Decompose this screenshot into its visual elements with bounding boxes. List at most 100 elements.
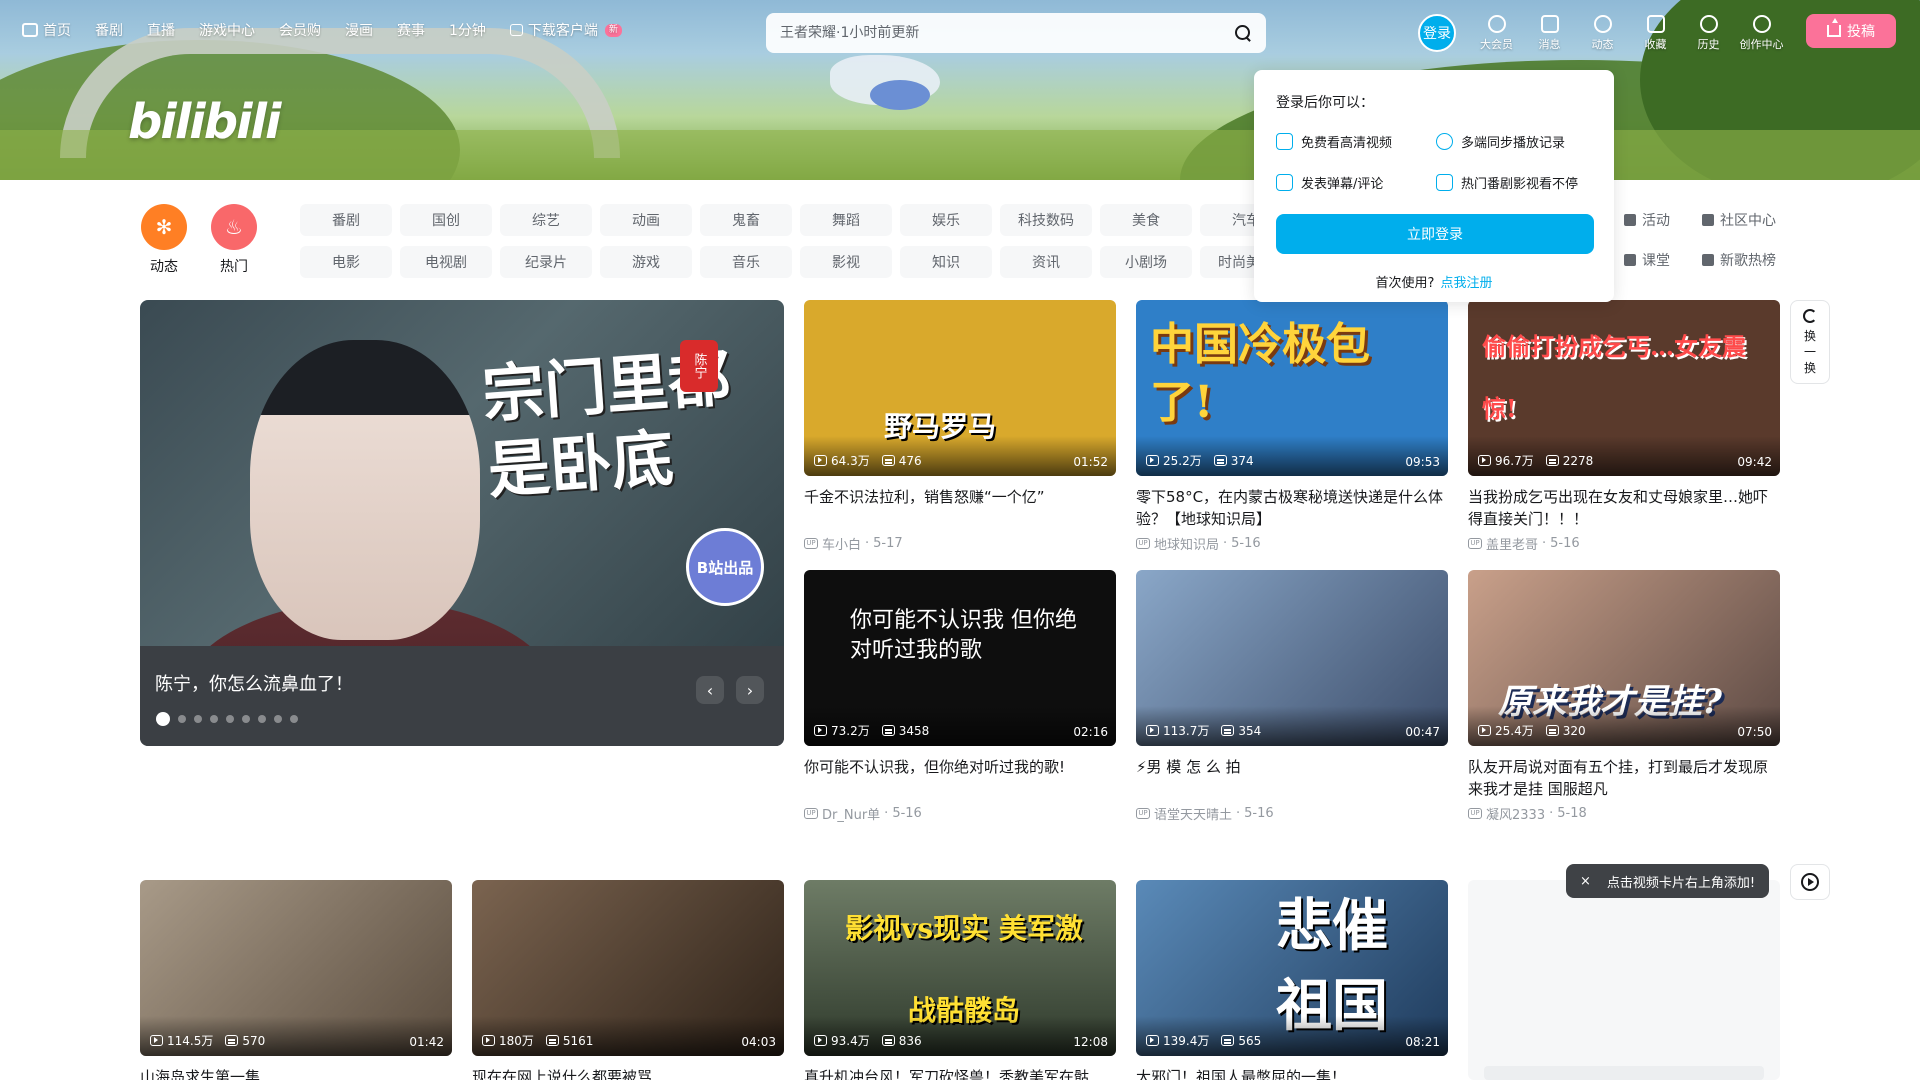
channel-hot[interactable]: ♨ 热门 xyxy=(210,204,258,276)
carousel-dot[interactable] xyxy=(178,715,186,723)
channel-button[interactable]: 纪录片 xyxy=(500,246,592,278)
carousel-dot[interactable] xyxy=(258,715,266,723)
nav-messages[interactable]: 消息 xyxy=(1523,14,1576,52)
video-thumbnail[interactable]: 180万 5161 04:03 xyxy=(472,880,784,1056)
video-title[interactable]: 你可能不认识我，但你绝对听过我的歌! xyxy=(804,756,1116,800)
search-icon[interactable] xyxy=(1234,24,1252,42)
video-card[interactable]: 影视vs现实 美军激战骷髅岛 93.4万 836 12:08 真升机冲台风！军刀… xyxy=(804,880,1116,1080)
link-activity[interactable]: 活动 xyxy=(1624,210,1702,230)
carousel-prev-button[interactable]: ‹ xyxy=(696,676,724,704)
video-card[interactable]: 114.5万 570 01:42 山海岛求生第一集 xyxy=(140,880,452,1080)
nav-one-minute[interactable]: 1分钟 xyxy=(449,20,486,40)
video-card[interactable]: 悲催祖国人 139.4万 565 08:21 大邪门！祖国人最憋屈的一集！ xyxy=(1136,880,1448,1080)
refresh-button[interactable]: 换 一 换 xyxy=(1790,300,1830,384)
carousel-dot[interactable] xyxy=(274,715,282,723)
video-meta[interactable]: UP 车小白 · 5-17 xyxy=(804,534,1116,553)
nav-vip-shop[interactable]: 会员购 xyxy=(279,20,321,40)
video-thumbnail[interactable]: 你可能不认识我 但你绝对听过我的歌 73.2万 3458 02:16 xyxy=(804,570,1116,746)
video-card[interactable]: 你可能不认识我 但你绝对听过我的歌 73.2万 3458 02:16 你可能不认… xyxy=(804,570,1116,823)
channel-button[interactable]: 影视 xyxy=(800,246,892,278)
video-meta[interactable]: UP 语堂天天晴土 · 5-16 xyxy=(1136,804,1448,823)
nav-game-center[interactable]: 游戏中心 xyxy=(199,20,255,40)
nav-home[interactable]: 首页 xyxy=(22,20,71,40)
channel-button[interactable]: 知识 xyxy=(900,246,992,278)
nav-history[interactable]: 历史 xyxy=(1682,14,1735,52)
video-card[interactable]: 180万 5161 04:03 现在在网上说什么都要被骂 xyxy=(472,880,784,1080)
watch-later-button[interactable] xyxy=(1790,864,1830,900)
video-thumbnail[interactable]: 悲催祖国人 139.4万 565 08:21 xyxy=(1136,880,1448,1056)
video-stats: 113.7万 354 xyxy=(1146,722,1261,739)
channel-button[interactable]: 美食 xyxy=(1100,204,1192,236)
channel-button[interactable]: 科技数码 xyxy=(1000,204,1092,236)
channel-button[interactable]: 鬼畜 xyxy=(700,204,792,236)
video-title[interactable]: 千金不识法拉利，销售怒赚“一个亿” xyxy=(804,486,1116,530)
carousel-dot[interactable] xyxy=(194,715,202,723)
channel-button[interactable]: 综艺 xyxy=(500,204,592,236)
channel-button[interactable]: 资讯 xyxy=(1000,246,1092,278)
meta-separator: · xyxy=(1236,806,1241,821)
search-input[interactable] xyxy=(780,25,1234,41)
video-title[interactable]: 大邪门！祖国人最憋屈的一集！ xyxy=(1136,1066,1448,1080)
link-classroom[interactable]: 课堂 xyxy=(1624,250,1702,270)
video-card[interactable]: 原来我才是挂? 25.4万 320 07:50 队友开局说对面有五个挂，打到最后… xyxy=(1468,570,1780,823)
channel-button[interactable]: 动画 xyxy=(600,204,692,236)
channel-button[interactable]: 娱乐 xyxy=(900,204,992,236)
video-thumbnail[interactable]: 偷偷打扮成乞丐…女友震惊! 96.7万 2278 09:42 xyxy=(1468,300,1780,476)
link-community-center[interactable]: 社区中心 xyxy=(1702,210,1802,230)
video-card[interactable]: 中国冷极包了! 25.2万 374 09:53 零下58°C，在内蒙古极寒秘境送… xyxy=(1136,300,1448,553)
video-meta[interactable]: UP Dr_Nur单 · 5-16 xyxy=(804,804,1116,823)
video-meta[interactable]: UP 盖里老哥 · 5-16 xyxy=(1468,534,1780,553)
carousel-dot[interactable] xyxy=(210,715,218,723)
channel-button[interactable]: 游戏 xyxy=(600,246,692,278)
video-thumbnail[interactable]: 野马罗马 64.3万 476 01:52 xyxy=(804,300,1116,476)
nav-manga[interactable]: 漫画 xyxy=(345,20,373,40)
upload-button[interactable]: 投稿 xyxy=(1806,14,1896,48)
video-title[interactable]: 当我扮成乞丐出现在女友和丈母娘家里…她吓得直接关门！！！ xyxy=(1468,486,1780,530)
nav-dynamics[interactable]: 动态 xyxy=(1576,14,1629,52)
channel-button[interactable]: 电影 xyxy=(300,246,392,278)
nav-anime[interactable]: 番剧 xyxy=(95,20,123,40)
channel-button[interactable]: 小剧场 xyxy=(1100,246,1192,278)
carousel-dot[interactable] xyxy=(290,715,298,723)
video-title[interactable]: 现在在网上说什么都要被骂 xyxy=(472,1066,784,1080)
carousel-next-button[interactable]: › xyxy=(736,676,764,704)
carousel-caption[interactable]: 陈宁，你怎么流鼻血了！ xyxy=(155,670,353,696)
banner-carousel[interactable]: 宗门里都是卧底 陈宁 B站出品 陈宁，你怎么流鼻血了！ ‹ › xyxy=(140,300,784,746)
video-title[interactable]: 真升机冲台风！军刀砍怪兽！秃教美军在骷 xyxy=(804,1066,1116,1080)
bilibili-logo[interactable]: bilibili xyxy=(128,94,281,150)
channel-dynamics[interactable]: ✻ 动态 xyxy=(140,204,188,276)
video-meta[interactable]: UP 地球知识局 · 5-16 xyxy=(1136,534,1448,553)
login-now-button[interactable]: 立即登录 xyxy=(1276,214,1594,254)
video-card[interactable]: 野马罗马 64.3万 476 01:52 千金不识法拉利，销售怒赚“一个亿” U… xyxy=(804,300,1116,553)
nav-favorites[interactable]: 收藏 xyxy=(1629,14,1682,52)
login-avatar-button[interactable]: 登录 xyxy=(1418,14,1456,52)
video-meta[interactable]: UP 凝风2333 · 5-18 xyxy=(1468,804,1780,823)
nav-big-vip[interactable]: 大会员 xyxy=(1470,14,1523,52)
nav-download-client[interactable]: 下载客户端新 xyxy=(509,20,622,40)
video-title[interactable]: 山海岛求生第一集 xyxy=(140,1066,452,1080)
video-title[interactable]: 零下58°C，在内蒙古极寒秘境送快递是什么体验？【地球知识局】 xyxy=(1136,486,1448,530)
video-thumbnail[interactable]: 114.5万 570 01:42 xyxy=(140,880,452,1056)
video-title[interactable]: ⚡男 模 怎 么 拍 xyxy=(1136,756,1448,800)
carousel-dot[interactable] xyxy=(242,715,250,723)
channel-button[interactable]: 电视剧 xyxy=(400,246,492,278)
channel-button[interactable]: 舞蹈 xyxy=(800,204,892,236)
video-thumbnail[interactable]: 113.7万 354 00:47 xyxy=(1136,570,1448,746)
video-card[interactable]: 113.7万 354 00:47 ⚡男 模 怎 么 拍 UP 语堂天天晴土 · 5-1… xyxy=(1136,570,1448,823)
channel-button[interactable]: 番剧 xyxy=(300,204,392,236)
nav-creator-center[interactable]: 创作中心 xyxy=(1735,14,1788,52)
channel-button[interactable]: 音乐 xyxy=(700,246,792,278)
video-thumbnail[interactable]: 原来我才是挂? 25.4万 320 07:50 xyxy=(1468,570,1780,746)
carousel-dot[interactable] xyxy=(156,712,170,726)
register-link[interactable]: 点我注册 xyxy=(1440,276,1492,291)
video-title[interactable]: 队友开局说对面有五个挂，打到最后才发现原来我才是挂 国服超凡 xyxy=(1468,756,1780,800)
carousel-dot[interactable] xyxy=(226,715,234,723)
channel-button[interactable]: 国创 xyxy=(400,204,492,236)
link-new-songs[interactable]: 新歌热榜 xyxy=(1702,250,1802,270)
video-thumbnail[interactable]: 影视vs现实 美军激战骷髅岛 93.4万 836 12:08 xyxy=(804,880,1116,1056)
nav-esports[interactable]: 赛事 xyxy=(397,20,425,40)
nav-live[interactable]: 直播 xyxy=(147,20,175,40)
video-thumbnail[interactable]: 中国冷极包了! 25.2万 374 09:53 xyxy=(1136,300,1448,476)
video-card[interactable]: 偷偷打扮成乞丐…女友震惊! 96.7万 2278 09:42 当我扮成乞丐出现在… xyxy=(1468,300,1780,553)
tooltip-close-button[interactable]: × xyxy=(1580,874,1591,889)
